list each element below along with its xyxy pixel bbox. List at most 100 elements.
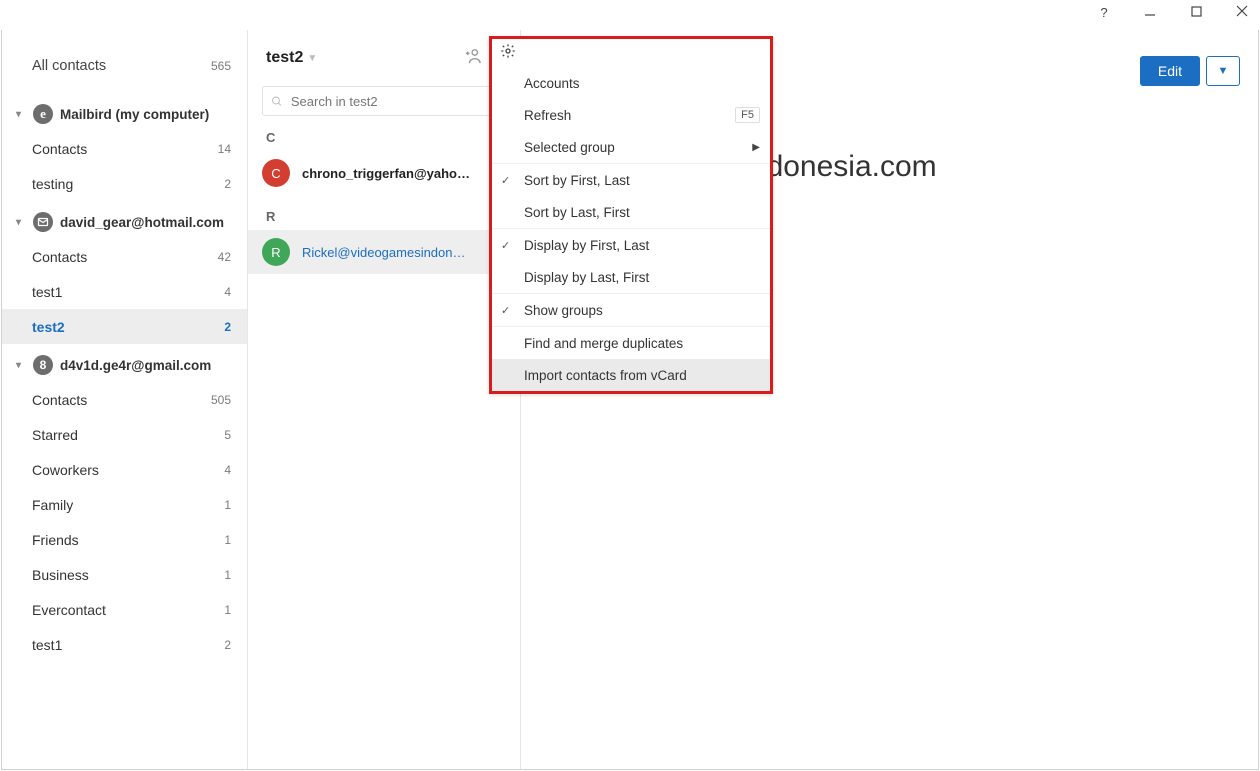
- sidebar-item-count: 4: [224, 285, 231, 299]
- menu-item-label: Sort by First, Last: [524, 173, 630, 188]
- sidebar-item-count: 2: [224, 320, 231, 334]
- minimize-button[interactable]: [1136, 0, 1164, 26]
- chevron-down-icon: ▾: [16, 360, 26, 371]
- sidebar-item-label: Evercontact: [32, 602, 106, 618]
- sidebar-all-count: 565: [211, 59, 231, 73]
- sidebar-item-label: Coworkers: [32, 462, 99, 478]
- menu-item-label: Show groups: [524, 303, 603, 318]
- gear-icon[interactable]: [492, 39, 770, 67]
- sidebar-item[interactable]: Contacts 14: [2, 131, 247, 166]
- sidebar-item-label: testing: [32, 176, 73, 192]
- group-name-dropdown[interactable]: test2 ▼: [266, 49, 317, 67]
- menu-item-label: Refresh: [524, 108, 571, 123]
- check-icon: ✓: [501, 239, 510, 252]
- menu-item[interactable]: ✓ Show groups: [492, 294, 770, 326]
- menu-item[interactable]: F5 Refresh: [492, 99, 770, 131]
- sidebar-item-count: 14: [218, 142, 231, 156]
- sidebar-item-count: 2: [224, 638, 231, 652]
- account-name: d4v1d.ge4r@gmail.com: [60, 358, 211, 373]
- contact-row[interactable]: R Rickel@videogamesindon…: [248, 230, 520, 274]
- chevron-down-icon: ▼: [307, 53, 317, 64]
- sidebar-item[interactable]: Coworkers 4: [2, 452, 247, 487]
- sidebar: All contacts 565 ▾eMailbird (my computer…: [2, 30, 248, 769]
- sidebar-all-contacts[interactable]: All contacts 565: [2, 48, 247, 83]
- account-header[interactable]: ▾8d4v1d.ge4r@gmail.com: [2, 348, 247, 382]
- sidebar-item-label: Family: [32, 497, 73, 513]
- search-icon: [271, 95, 283, 108]
- add-contact-icon[interactable]: [464, 48, 482, 69]
- sidebar-item[interactable]: testing 2: [2, 166, 247, 201]
- sidebar-item-count: 505: [211, 393, 231, 407]
- sidebar-item[interactable]: Business 1: [2, 557, 247, 592]
- menu-item[interactable]: ▶ Selected group: [492, 131, 770, 163]
- section-letter: C: [248, 116, 520, 151]
- account-header[interactable]: ▾eMailbird (my computer): [2, 97, 247, 131]
- account-name: david_gear@hotmail.com: [60, 215, 224, 230]
- sidebar-item[interactable]: test14: [2, 274, 247, 309]
- sidebar-all-label: All contacts: [32, 58, 106, 74]
- close-button[interactable]: [1228, 0, 1256, 26]
- section-letter: R: [248, 195, 520, 230]
- submenu-arrow-icon: ▶: [752, 142, 760, 153]
- sidebar-item-count: 42: [218, 250, 231, 264]
- account-name: Mailbird (my computer): [60, 107, 209, 122]
- sidebar-item-label: Friends: [32, 532, 79, 548]
- sidebar-item-label: Contacts: [32, 392, 87, 408]
- sidebar-item-label: Starred: [32, 427, 78, 443]
- menu-shortcut: F5: [735, 107, 760, 123]
- maximize-button[interactable]: [1182, 0, 1210, 26]
- help-button[interactable]: ?: [1090, 0, 1118, 26]
- chevron-down-icon: ▼: [1218, 65, 1229, 77]
- check-icon: ✓: [501, 304, 510, 317]
- sidebar-item-label: test1: [32, 637, 62, 653]
- account-header[interactable]: ▾ david_gear@hotmail.com: [2, 205, 247, 239]
- menu-item[interactable]: Sort by Last, First: [492, 196, 770, 228]
- chevron-down-icon: ▾: [16, 109, 26, 120]
- sidebar-item[interactable]: test1 2: [2, 627, 247, 662]
- menu-item[interactable]: Accounts: [492, 67, 770, 99]
- sidebar-item-count: 2: [224, 177, 231, 191]
- settings-dropdown-menu: Accounts F5 Refresh ▶ Selected group ✓ Sort by…: [489, 36, 773, 394]
- sidebar-item-count: 4: [224, 463, 231, 477]
- sidebar-item[interactable]: Family 1: [2, 487, 247, 522]
- avatar: R: [262, 238, 290, 266]
- menu-item[interactable]: Display by Last, First: [492, 261, 770, 293]
- contacts-column: test2 ▼ CCchrono_tr: [248, 30, 521, 769]
- menu-item-label: Import contacts from vCard: [524, 368, 687, 383]
- sidebar-item-label: Contacts: [32, 141, 87, 157]
- menu-item-label: Sort by Last, First: [524, 205, 630, 220]
- chevron-down-icon: ▾: [16, 217, 26, 228]
- menu-item[interactable]: Import contacts from vCard: [492, 359, 770, 391]
- window-titlebar: ?: [0, 0, 1260, 30]
- sidebar-item[interactable]: Contacts 505: [2, 382, 247, 417]
- group-name-label: test2: [266, 49, 303, 67]
- sidebar-item[interactable]: Contacts 42: [2, 239, 247, 274]
- menu-item-label: Display by Last, First: [524, 270, 649, 285]
- check-icon: ✓: [501, 174, 510, 187]
- sidebar-item[interactable]: Starred5: [2, 417, 247, 452]
- search-input[interactable]: [291, 94, 497, 109]
- sidebar-item-count: 1: [224, 603, 231, 617]
- sidebar-item[interactable]: Evercontact 1: [2, 592, 247, 627]
- search-input-wrapper[interactable]: [262, 86, 506, 116]
- edit-button[interactable]: Edit: [1140, 56, 1200, 86]
- sidebar-item-count: 1: [224, 568, 231, 582]
- sidebar-item-label: Contacts: [32, 249, 87, 265]
- menu-item-label: Find and merge duplicates: [524, 336, 683, 351]
- sidebar-item[interactable]: Friends 1: [2, 522, 247, 557]
- avatar: C: [262, 159, 290, 187]
- contact-row[interactable]: Cchrono_triggerfan@yaho…: [248, 151, 520, 195]
- menu-item[interactable]: Find and merge duplicates: [492, 327, 770, 359]
- contact-name: Rickel@videogamesindon…: [302, 245, 506, 260]
- menu-item-label: Display by First, Last: [524, 238, 649, 253]
- menu-item[interactable]: ✓ Sort by First, Last: [492, 164, 770, 196]
- menu-item-label: Accounts: [524, 76, 580, 91]
- sidebar-item-label: Business: [32, 567, 89, 583]
- sidebar-item[interactable]: test22: [2, 309, 247, 344]
- sidebar-item-count: 1: [224, 533, 231, 547]
- contact-name: chrono_triggerfan@yaho…: [302, 166, 506, 181]
- menu-item-label: Selected group: [524, 140, 615, 155]
- sidebar-item-count: 1: [224, 498, 231, 512]
- menu-item[interactable]: ✓ Display by First, Last: [492, 229, 770, 261]
- edit-dropdown-button[interactable]: ▼: [1206, 56, 1240, 86]
